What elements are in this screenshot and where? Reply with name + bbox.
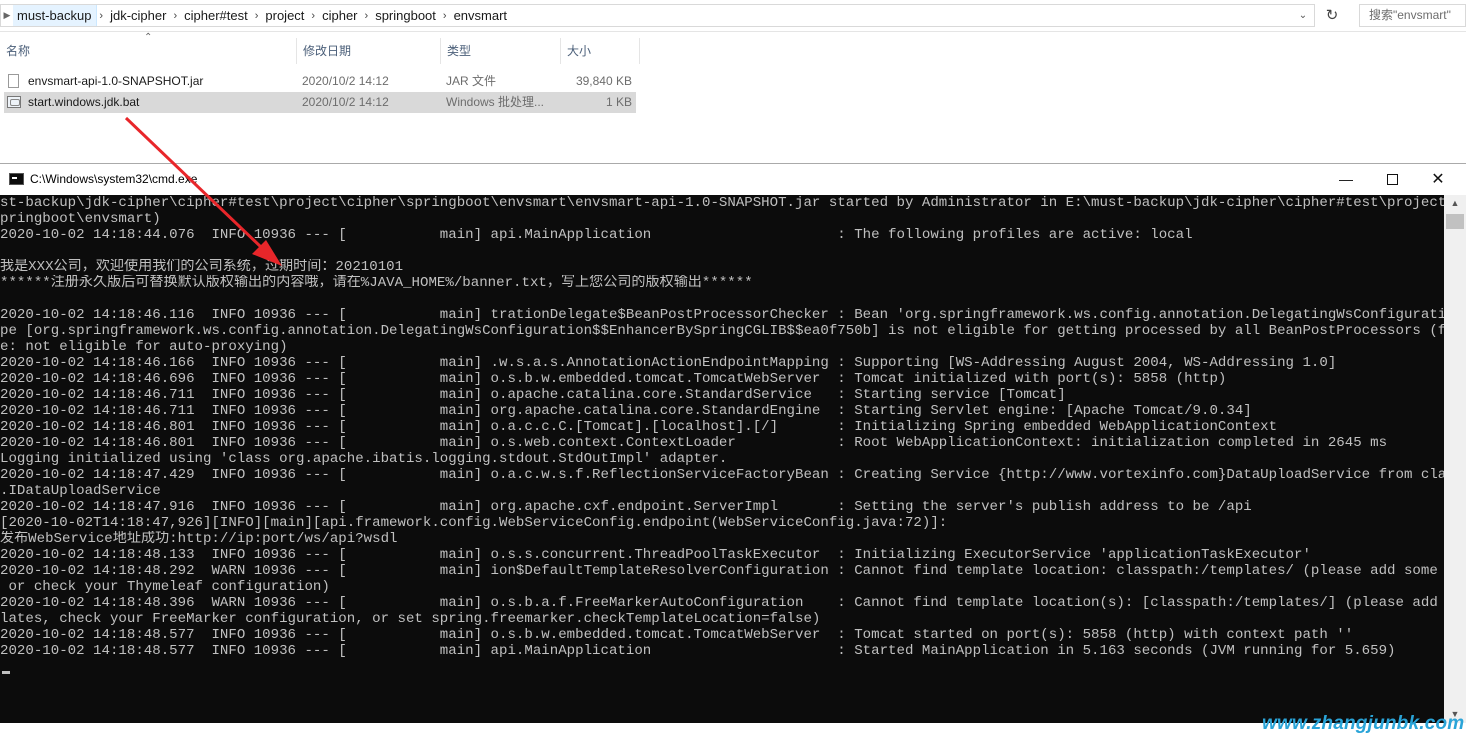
console-line: 2020-10-02 14:18:48.292 WARN 10936 --- [… [0,563,1444,579]
window-title: C:\Windows\system32\cmd.exe [30,172,198,186]
console-line: 2020-10-02 14:18:48.577 INFO 10936 --- [… [0,627,1354,643]
console-line: 2020-10-02 14:18:44.076 INFO 10936 --- [… [0,227,1193,243]
console-line: 2020-10-02 14:18:46.711 INFO 10936 --- [… [0,403,1252,419]
console-line: 发布WebService地址成功:http://ip:port/ws/api?w… [0,531,398,547]
file-type: Windows 批处理... [446,95,545,109]
console-line: 我是XXX公司，欢迎使用我们的公司系统，过期时间：20210101 [0,259,404,275]
console-line: Logging initialized using 'class org.apa… [0,451,728,467]
column-header-name[interactable]: 名称 [0,38,297,64]
console-line: lates, check your FreeMarker configurati… [0,611,821,627]
column-header-date[interactable]: 修改日期 [297,38,441,64]
console-lines: st-backup\jdk-cipher\cipher#test\project… [0,195,1444,659]
console-output[interactable]: st-backup\jdk-cipher\cipher#test\project… [0,195,1444,723]
console-line: 2020-10-02 14:18:47.916 INFO 10936 --- [… [0,499,1252,515]
minimize-button[interactable]: — [1323,164,1369,195]
file-list-header: ⌃ 名称 修改日期 类型 大小 [0,32,640,64]
console-line: 2020-10-02 14:18:46.696 INFO 10936 --- [… [0,371,1227,387]
breadcrumb-item-jdk-cipher[interactable]: jdk-cipher [105,5,171,26]
file-name: envsmart-api-1.0-SNAPSHOT.jar [28,74,204,88]
watermark-text: www.zhangjunbk.com [1262,713,1465,734]
breadcrumb-item-springboot[interactable]: springboot [370,5,441,26]
console-line: or check your Thymeleaf configuration) [0,579,330,595]
console-line: [2020-10-02T14:18:47,926][INFO][main][ap… [0,515,948,531]
breadcrumb-item-must-backup[interactable]: must-backup [13,5,98,26]
console-line: 2020-10-02 14:18:48.133 INFO 10936 --- [… [0,547,1311,563]
cmd-window: C:\Windows\system32\cmd.exe — ✕ st-backu… [0,163,1466,736]
console-line: ******注册永久版后可替换默认版权输出的内容哦，请在%JAVA_HOME%/… [0,275,753,291]
explorer-address-bar: ▶ must-backup › jdk-cipher › cipher#test… [0,0,1466,32]
breadcrumb-separator-icon[interactable]: › [363,10,371,22]
console-line: e: not eligible for auto-proxying) [0,339,288,355]
file-modified-date: 2020/10/2 14:12 [302,74,389,88]
chevron-right-icon[interactable]: ▶ [1,10,13,21]
vertical-scrollbar[interactable]: ▲ ▼ [1444,195,1466,723]
console-line: 2020-10-02 14:18:46.116 INFO 10936 --- [… [0,307,1444,323]
refresh-icon[interactable]: ↻ [1320,4,1344,27]
breadcrumb-item-project[interactable]: project [260,5,309,26]
maximize-icon [1386,173,1398,185]
console-line: pe [org.springframework.ws.config.annota… [0,323,1444,339]
file-name: start.windows.jdk.bat [28,95,140,109]
search-input[interactable]: 搜索"envsmart" [1359,4,1466,27]
file-modified-date: 2020/10/2 14:12 [302,95,389,109]
scrollbar-thumb[interactable] [1446,214,1464,229]
console-line: .IDataUploadService [0,483,161,499]
text-cursor [2,671,10,674]
bat-file-icon [7,96,21,108]
file-type: JAR 文件 [446,74,497,88]
breadcrumb-item-cipher[interactable]: cipher [317,5,362,26]
close-button[interactable]: ✕ [1415,164,1461,195]
scroll-up-icon[interactable]: ▲ [1444,195,1466,212]
file-row-selected[interactable]: start.windows.jdk.bat 2020/10/2 14:12 Wi… [4,92,636,113]
column-header-size[interactable]: 大小 [561,38,640,64]
maximize-button[interactable] [1369,164,1415,195]
console-line: 2020-10-02 14:18:48.577 INFO 10936 --- [… [0,643,1396,659]
file-row[interactable]: envsmart-api-1.0-SNAPSHOT.jar 2020/10/2 … [4,71,636,92]
breadcrumb-item-envsmart[interactable]: envsmart [449,5,512,26]
console-line: 2020-10-02 14:18:46.166 INFO 10936 --- [… [0,355,1337,371]
console-line: 2020-10-02 14:18:48.396 WARN 10936 --- [… [0,595,1444,611]
breadcrumb: ▶ must-backup › jdk-cipher › cipher#test… [0,4,1315,27]
breadcrumb-separator-icon[interactable]: › [441,10,449,22]
console-line: st-backup\jdk-cipher\cipher#test\project… [0,195,1444,211]
console-line: 2020-10-02 14:18:47.429 INFO 10936 --- [… [0,467,1444,483]
breadcrumb-separator-icon[interactable]: › [97,10,105,22]
console-line: 2020-10-02 14:18:46.711 INFO 10936 --- [… [0,387,1066,403]
cmd-title-bar[interactable]: C:\Windows\system32\cmd.exe — ✕ [0,164,1466,195]
console-line: 2020-10-02 14:18:46.801 INFO 10936 --- [… [0,419,1278,435]
breadcrumb-separator-icon[interactable]: › [309,10,317,22]
file-size: 39,840 KB [575,74,632,88]
breadcrumb-item-cipher-test[interactable]: cipher#test [179,5,253,26]
console-line: 2020-10-02 14:18:46.801 INFO 10936 --- [… [0,435,1388,451]
console-line: pringboot\envsmart) [0,211,161,227]
jar-file-icon [8,74,19,88]
breadcrumb-separator-icon[interactable]: › [171,10,179,22]
address-history-dropdown-icon[interactable]: ⌄ [1292,5,1314,26]
cmd-icon[interactable] [9,173,24,185]
file-size: 1 KB [605,95,632,109]
column-header-type[interactable]: 类型 [441,38,561,64]
breadcrumb-separator-icon[interactable]: › [253,10,261,22]
